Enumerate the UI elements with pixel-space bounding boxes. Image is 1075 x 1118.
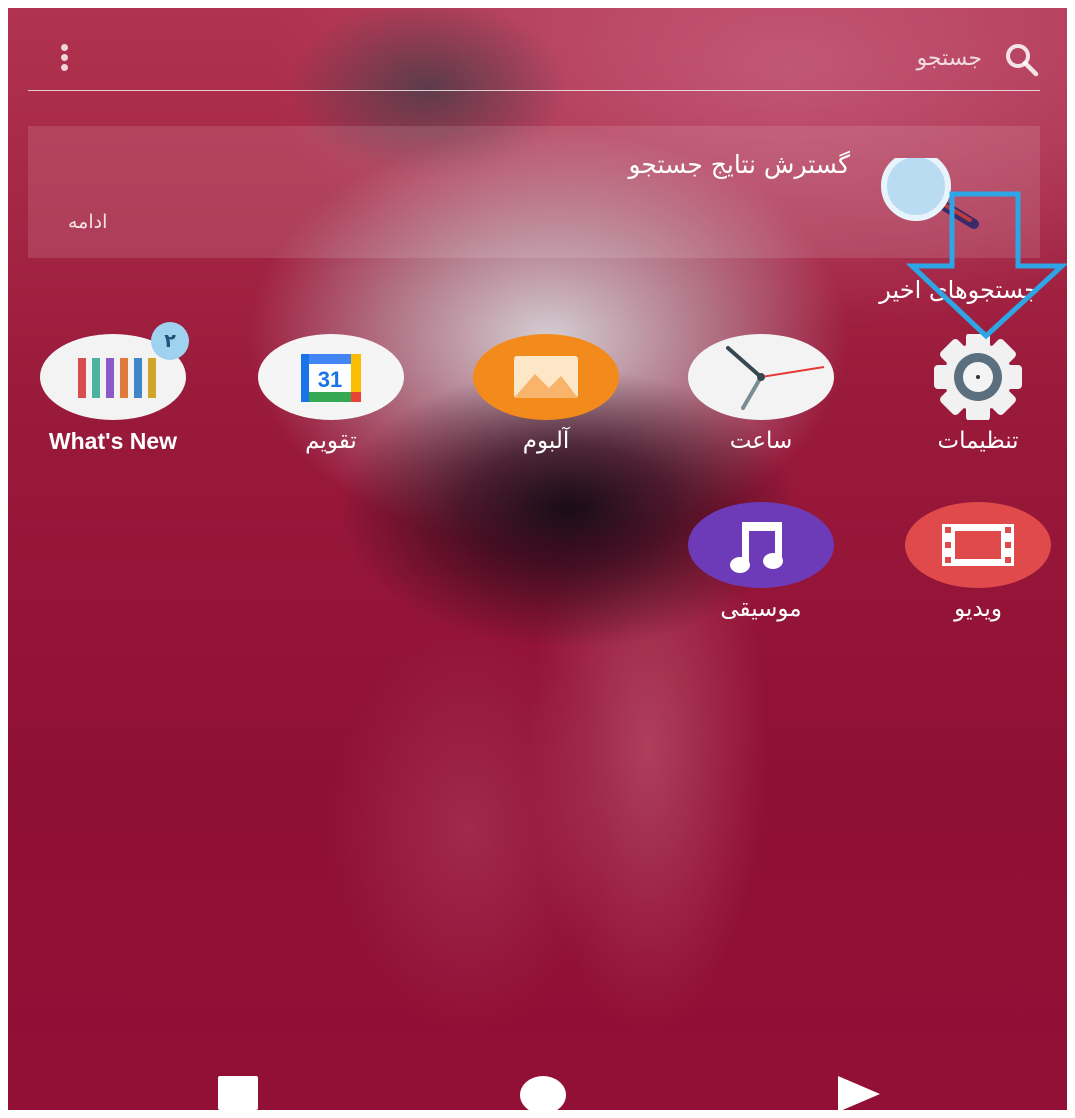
overflow-menu-icon[interactable] <box>54 44 74 76</box>
app-label: آلبوم <box>522 428 570 454</box>
search-icon[interactable] <box>1004 42 1040 78</box>
app-video[interactable]: ویدیو <box>878 502 1067 642</box>
music-icon <box>688 502 834 588</box>
video-icon <box>905 502 1051 588</box>
back-triangle-icon[interactable] <box>834 1074 884 1110</box>
expand-search-title: گسترش نتایج جستجو <box>628 150 850 179</box>
album-icon <box>473 334 619 420</box>
app-label: موسیقی <box>720 596 802 622</box>
app-whats-new[interactable]: ۲ What's New <box>13 322 213 474</box>
search-placeholder[interactable]: جستجو <box>917 46 982 71</box>
app-label: ویدیو <box>954 596 1002 622</box>
app-label: What's New <box>48 428 178 454</box>
notification-badge: ۲ <box>151 322 189 360</box>
app-music[interactable]: موسیقی <box>661 502 861 642</box>
app-album[interactable]: آلبوم <box>446 334 646 474</box>
navigation-bar <box>8 1048 1067 1110</box>
clock-icon <box>688 334 834 420</box>
continue-link[interactable]: ادامه <box>68 211 107 233</box>
home-circle-icon[interactable] <box>520 1076 566 1110</box>
app-settings[interactable]: تنظیمات <box>878 334 1067 474</box>
annotation-arrow-icon <box>906 191 1067 340</box>
calendar-day-text: 31 <box>318 367 342 392</box>
calendar-icon: 31 <box>258 334 404 420</box>
app-label: تنظیمات <box>937 428 1019 454</box>
app-clock[interactable]: ساعت <box>661 334 861 474</box>
search-bar[interactable]: جستجو <box>28 30 1040 91</box>
recent-apps-square-icon[interactable] <box>218 1076 258 1110</box>
screen: جستجو گسترش نتایج جستجو ادامه جستجوهای ا… <box>8 8 1067 1110</box>
app-label: تقویم <box>305 428 357 454</box>
app-label: ساعت <box>729 428 793 454</box>
app-calendar[interactable]: 31 تقویم <box>231 334 431 474</box>
